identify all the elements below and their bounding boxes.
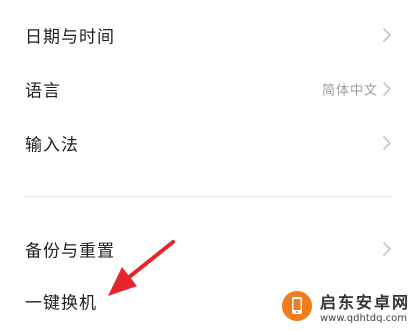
watermark-url: www.qdhtdq.com: [320, 313, 407, 324]
section-divider: [25, 196, 392, 197]
chevron-right-icon: [383, 242, 391, 256]
settings-item-value: 简体中文: [321, 83, 378, 99]
settings-item-label: 一键换机: [25, 293, 97, 314]
watermark-name: 启东安卓网: [320, 293, 411, 312]
chevron-right-icon: [383, 28, 391, 42]
settings-item-label: 日期与时间: [25, 27, 115, 48]
chevron-right-icon: [383, 82, 391, 96]
settings-item-input-method[interactable]: 输入法: [0, 116, 416, 170]
watermark-logo-icon: [282, 291, 312, 321]
settings-item-language[interactable]: 语言 简体中文: [0, 62, 416, 116]
settings-item-backup-reset[interactable]: 备份与重置: [0, 222, 416, 276]
chevron-right-icon: [383, 136, 391, 150]
settings-item-label: 输入法: [25, 135, 79, 156]
settings-screen: 日期与时间 语言 简体中文 输入法 备份与重置 一键换机 启东安卓网 www.q…: [0, 0, 416, 331]
settings-item-label: 语言: [25, 81, 61, 102]
site-watermark: 启东安卓网 www.qdhtdq.com: [280, 287, 410, 329]
settings-item-label: 备份与重置: [25, 241, 115, 262]
settings-item-date-time[interactable]: 日期与时间: [0, 8, 416, 62]
